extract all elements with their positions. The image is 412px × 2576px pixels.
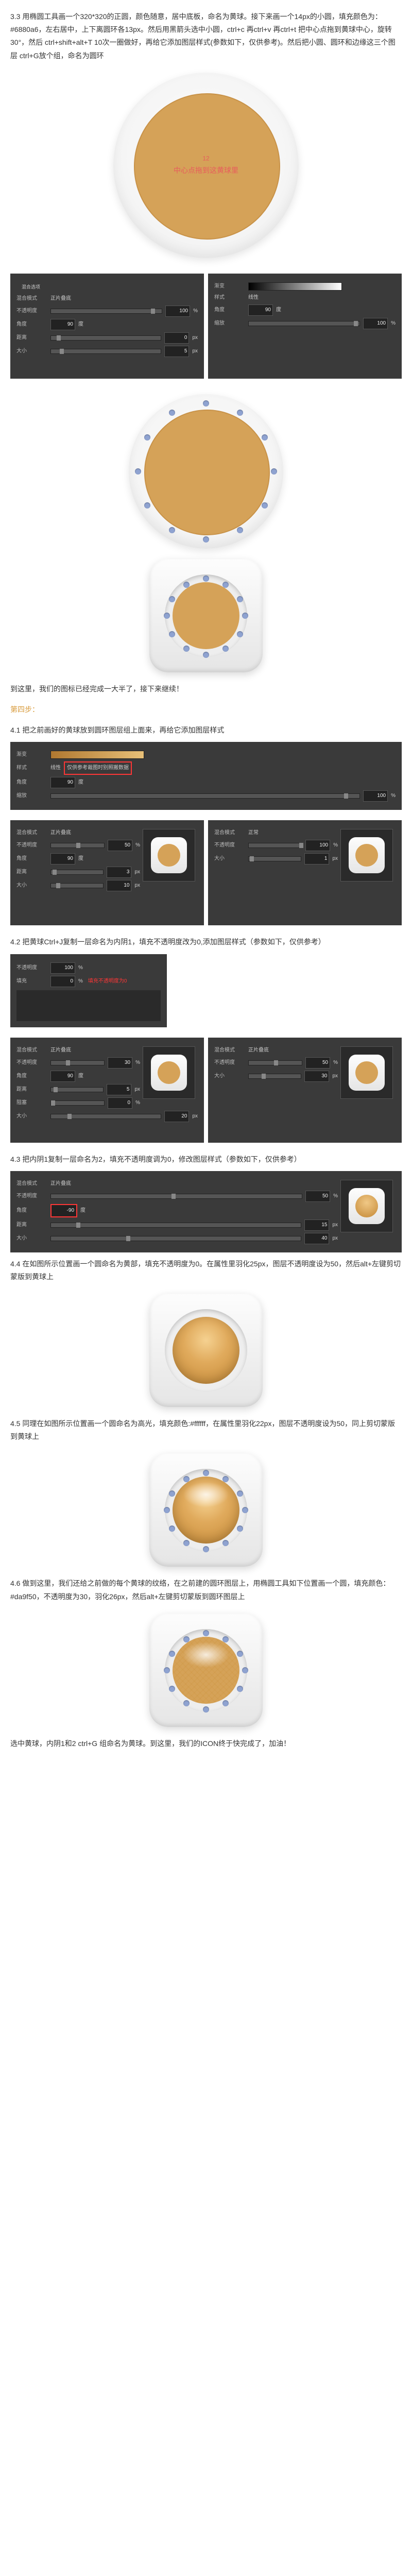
ps-label: 混合模式 (16, 294, 47, 303)
gradient-bar (248, 282, 342, 291)
step-4-title: 第四步： (10, 703, 402, 716)
step-4-4-text: 4.4 在如图所示位置画一个圆命名为黄部，填充不透明度为0。在属性里羽化25px… (10, 1258, 402, 1283)
icon-glossy-illustration (10, 1294, 402, 1407)
icon-highlight-illustration (10, 1453, 402, 1567)
plate-illustration: 12 中心点拖到这黄球里 (10, 73, 402, 258)
plate-with-dots-illustration (10, 394, 402, 549)
fill-opacity-note: 填充不透明度为0 (88, 977, 127, 986)
step-4-5-text: 4.5 同理在如图所示位置画一个圆命名为高光，填充颜色:#ffffff，在属性里… (10, 1417, 402, 1443)
center-point-text: 中心点拖到这黄球里 (174, 166, 238, 175)
icon-crosshatch-illustration (10, 1614, 402, 1727)
ps-panel-group-1: 混合选项 混合模式正片叠底 不透明度100% 角度90度 距离0px 大小5px… (10, 268, 402, 384)
ps-panel-group-4-2: 混合模式正片叠底 不透明度30% 角度90度 距离5px 阻塞0% 大小20px… (10, 1032, 402, 1148)
step-3-3-text: 3.3 用椭圆工具画一个320*320的正圆，颜色随意，居中底板，命名为黄球。接… (10, 10, 402, 62)
step-4-2-text: 4.2 把黄球Ctrl+J复制一层命名为内阴1，填充不透明度改为0,添加图层样式… (10, 936, 402, 948)
red-callout-1: 仅供参考裁图时别照搬数据 (64, 761, 132, 775)
mid-note-1: 到这里，我们的图标已经完成一大半了，接下来继续！ (10, 683, 402, 696)
step-4-3-text: 4.3 把内阴1复制一层命名为2，填充不透明度调为0，修改图层样式（参数如下，仅… (10, 1153, 402, 1166)
ps-panel-step4-1: 渐变 样式线性 仅供参考裁图时别照搬数据 角度90度 缩放100% (10, 742, 402, 810)
center-drag-label: 12 中心点拖到这黄球里 (174, 153, 238, 177)
final-note: 选中黄球，内阴1和2 ctrl+G 组命名为黄球。到这里，我们的ICON终于快完… (10, 1737, 402, 1750)
ps-panel-4-3: 混合模式正片叠底 不透明度50% 角度-90度 距离15px 大小40px (10, 1171, 402, 1252)
ps-tab: 混合选项 (16, 282, 45, 292)
ps-layers-panel: 不透明度100% 填充0% 填充不透明度为0 (10, 954, 167, 1027)
step-4-1-text: 4.1 把之前画好的黄球放到圆环图层组上面来，再给它添加图层样式 (10, 724, 402, 737)
ps-panel-group-4-1: 混合模式正片叠底 不透明度50% 角度90度 距离3px 大小10px 混合模式… (10, 815, 402, 930)
label-12: 12 (174, 153, 238, 164)
icon-ring-dots-illustration (10, 559, 402, 672)
ring-dots (129, 394, 283, 549)
step-4-6-text: 4.6 做到这里，我们还给之前做的每个黄球的纹络，在之前建的圆环图层上，用椭圆工… (10, 1577, 402, 1603)
